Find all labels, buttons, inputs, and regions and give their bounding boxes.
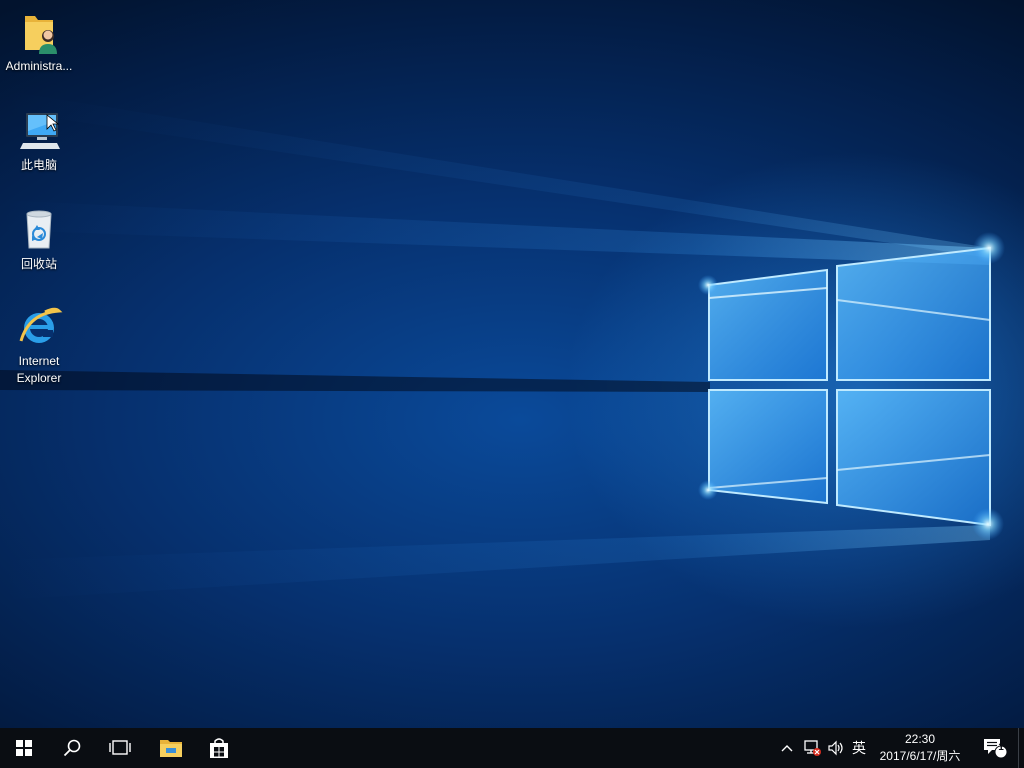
clock-time: 22:30 (904, 732, 936, 746)
desktop-icon-label: Internet Explorer (16, 354, 62, 385)
network-button[interactable] (800, 728, 824, 768)
desktop-icon-administrator[interactable]: Administra... (1, 8, 77, 75)
taskbar: 英 22:30 2017/6/17/周六 1 (0, 728, 1024, 768)
user-folder-icon (25, 16, 57, 54)
desktop-icon-recycle-bin[interactable]: 回收站 (1, 206, 77, 273)
store-icon (210, 738, 228, 758)
show-hidden-icons-button[interactable] (776, 728, 798, 768)
input-method-label: 英 (852, 741, 866, 757)
windows-logo-icon (16, 740, 32, 756)
volume-button[interactable] (824, 728, 848, 768)
file-explorer-button[interactable] (147, 728, 195, 768)
volume-icon (828, 740, 843, 756)
desktop-icon-label: Administra... (5, 59, 73, 73)
start-button[interactable] (0, 728, 48, 768)
clock-date: 2017/6/17/周六 (879, 749, 961, 763)
task-view-button[interactable] (96, 728, 144, 768)
desktop[interactable]: Administra... 此电脑 回收站 Internet Explorer (0, 0, 1024, 728)
windows-wallpaper (0, 90, 1005, 600)
recycle-bin-icon (26, 210, 52, 249)
desktop-icon-this-pc[interactable]: 此电脑 (1, 107, 77, 174)
this-pc-icon (20, 113, 60, 149)
internet-explorer-icon (19, 307, 63, 343)
search-icon (63, 739, 81, 757)
search-button[interactable] (48, 728, 96, 768)
task-view-icon (109, 740, 131, 755)
desktop-icon-label: 此电脑 (20, 158, 57, 172)
show-desktop-button[interactable] (1018, 728, 1024, 768)
input-method-button[interactable]: 英 (848, 728, 870, 768)
notification-count-badge: 1 (998, 742, 1004, 753)
file-explorer-icon (160, 740, 182, 757)
chevron-up-icon (781, 745, 793, 752)
desktop-icon-label: 回收站 (20, 257, 57, 271)
clock[interactable]: 22:30 2017/6/17/周六 (870, 728, 970, 768)
action-center-button[interactable]: 1 (978, 728, 1012, 768)
network-disconnected-icon (804, 740, 821, 756)
store-button[interactable] (195, 728, 243, 768)
desktop-icon-internet-explorer[interactable]: Internet Explorer (1, 303, 77, 387)
